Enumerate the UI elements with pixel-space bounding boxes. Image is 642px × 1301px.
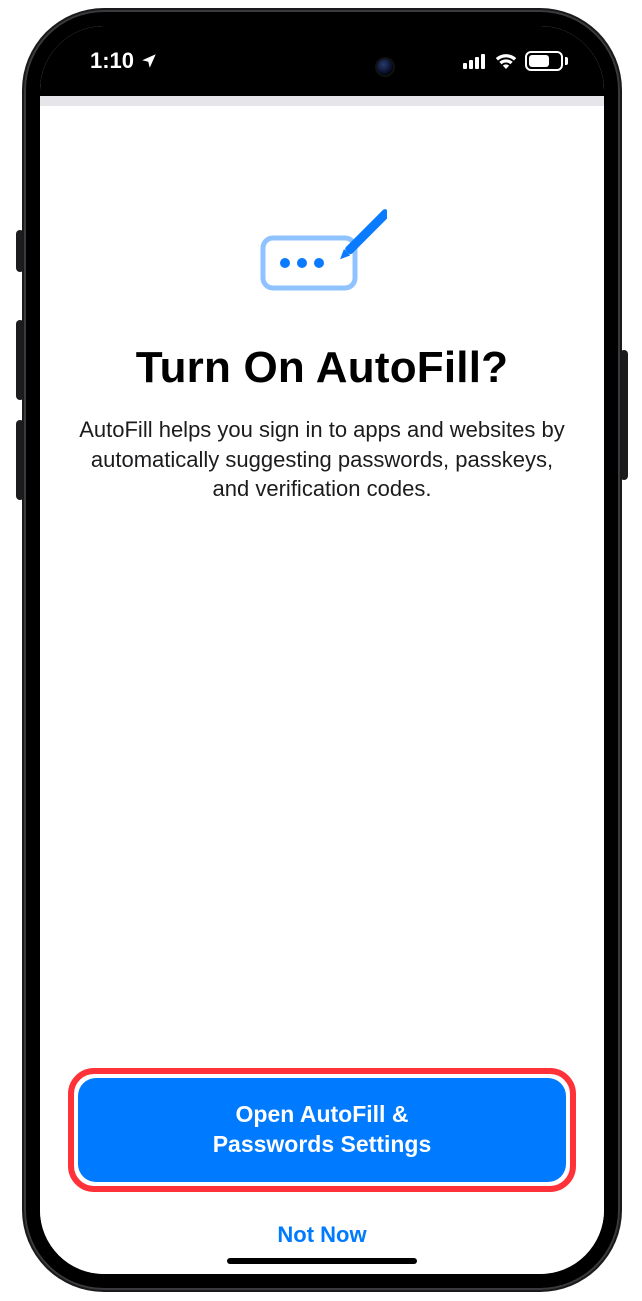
screen: 1:10 xyxy=(40,26,604,1274)
prompt-title: Turn On AutoFill? xyxy=(136,343,508,393)
autofill-icon xyxy=(257,204,387,299)
front-camera xyxy=(377,59,393,75)
home-indicator[interactable] xyxy=(227,1258,417,1264)
battery-indicator: 58 xyxy=(525,51,568,71)
power-button[interactable] xyxy=(620,350,628,480)
battery-percent: 58 xyxy=(537,54,551,69)
prompt-description: AutoFill helps you sign in to apps and w… xyxy=(68,415,576,504)
open-autofill-settings-button[interactable]: Open AutoFill & Passwords Settings xyxy=(78,1078,566,1182)
volume-up-button[interactable] xyxy=(16,320,24,400)
iphone-frame: 1:10 xyxy=(24,10,620,1290)
mute-switch[interactable] xyxy=(16,230,24,272)
wifi-icon xyxy=(495,53,517,69)
location-icon xyxy=(140,52,158,70)
status-time: 1:10 xyxy=(90,48,134,74)
not-now-button[interactable]: Not Now xyxy=(68,1210,576,1254)
autofill-prompt-sheet: Turn On AutoFill? AutoFill helps you sig… xyxy=(40,106,604,1274)
volume-down-button[interactable] xyxy=(16,420,24,500)
dynamic-island xyxy=(237,44,407,90)
sheet-backdrop xyxy=(40,96,604,106)
tutorial-highlight: Open AutoFill & Passwords Settings xyxy=(68,1068,576,1192)
cellular-icon xyxy=(463,53,487,69)
